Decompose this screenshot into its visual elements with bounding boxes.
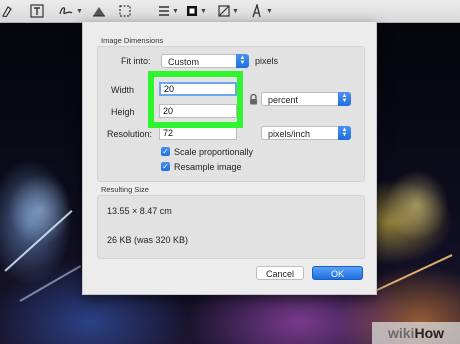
scale-proportionally-checkbox[interactable]: ✓ xyxy=(161,147,170,156)
fit-into-label: Fit into: xyxy=(121,56,151,66)
resolution-unit-value: pixels/inch xyxy=(268,129,311,139)
resolution-unit-popup[interactable]: pixels/inch ▲ ▼ xyxy=(261,126,351,140)
snowy-trees-left xyxy=(0,150,95,260)
width-height-highlight xyxy=(148,71,243,128)
ok-button[interactable]: OK xyxy=(312,266,363,280)
cancel-button[interactable]: Cancel xyxy=(256,266,304,280)
fit-into-value: Custom xyxy=(168,57,200,67)
shape-style-icon[interactable]: ▼ xyxy=(158,3,179,19)
popup-arrows-icon: ▲ ▼ xyxy=(338,92,351,106)
adjust-color-icon[interactable] xyxy=(92,3,106,19)
fit-into-popup[interactable]: Custom ▲ ▼ xyxy=(161,54,249,68)
snowy-trees-right xyxy=(372,150,460,260)
popup-arrows-icon: ▲ ▼ xyxy=(236,54,249,68)
width-label: Width xyxy=(111,85,135,95)
font-icon[interactable]: ▼ xyxy=(250,3,273,19)
unit-value: percent xyxy=(268,95,299,105)
sketch-icon[interactable] xyxy=(2,3,12,19)
scale-proportionally-label: Scale proportionally xyxy=(174,147,254,157)
fill-color-icon[interactable]: ▼ xyxy=(218,3,239,19)
resulting-filesize: 26 KB (was 320 KB) xyxy=(107,235,189,245)
image-dimensions-title: Image Dimensions xyxy=(101,36,164,45)
resolution-label: Resolution: xyxy=(107,129,153,139)
crop-icon[interactable] xyxy=(118,3,132,19)
resulting-dimensions: 13.55 × 8.47 cm xyxy=(107,206,172,216)
text-box-icon[interactable] xyxy=(30,3,44,19)
markup-toolbar: ▼ ▼ ▼ ▼ ▼ xyxy=(0,0,460,23)
resulting-size-title: Resulting Size xyxy=(101,185,149,194)
height-label: Heigh xyxy=(111,107,135,117)
lock-icon[interactable] xyxy=(249,94,258,105)
resample-image-label: Resample image xyxy=(174,162,242,172)
unit-popup[interactable]: percent ▲ ▼ xyxy=(261,92,351,106)
resolution-field[interactable]: 72 xyxy=(159,126,237,140)
popup-arrows-icon: ▲ ▼ xyxy=(338,126,351,140)
border-color-icon[interactable]: ▼ xyxy=(186,3,207,19)
adjust-size-dialog: Image Dimensions Fit into: Custom ▲ ▼ pix… xyxy=(82,22,377,295)
signature-icon[interactable]: ▼ xyxy=(58,3,83,19)
resulting-size-group xyxy=(97,195,365,259)
resample-image-checkbox[interactable]: ✓ xyxy=(161,162,170,171)
fit-into-unit: pixels xyxy=(255,56,279,66)
wikihow-watermark: wikiHow xyxy=(372,322,460,344)
